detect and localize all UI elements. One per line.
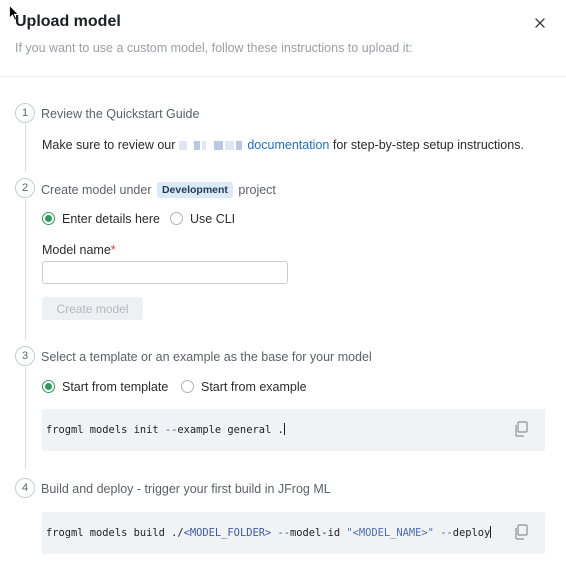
model-name-input[interactable] (42, 261, 288, 284)
radio-enter-details-label[interactable]: Enter details here (62, 212, 160, 226)
documentation-link[interactable]: documentation (247, 138, 329, 152)
redacted-product-name (178, 138, 247, 152)
radio-start-from-example-label[interactable]: Start from example (201, 380, 307, 394)
project-tag: Development (156, 182, 233, 198)
model-name-label-text: Model name (42, 243, 111, 257)
radio-start-from-template[interactable] (42, 380, 55, 393)
step-connector-2 (25, 199, 26, 340)
radio-start-from-template-label[interactable]: Start from template (62, 380, 168, 394)
copy-icon[interactable] (514, 524, 528, 540)
build-command[interactable]: frogml models build ./<MODEL_FOLDER> --m… (46, 526, 492, 539)
step-1-text-after: for step-by-step setup instructions. (332, 138, 524, 152)
radio-use-cli[interactable] (170, 212, 183, 225)
build-command-cmd: frogml models build ./ (46, 527, 184, 539)
modal-subtitle: If you want to use a custom model, follo… (15, 41, 413, 55)
step-2-title-before: Create model under (41, 183, 152, 197)
step-1-description: Make sure to review our documentation fo… (42, 138, 524, 152)
build-command-box: frogml models build ./<MODEL_FOLDER> --m… (42, 512, 545, 554)
build-command-flag2-name: deploy (452, 527, 491, 539)
build-command-flag2-dash: -- (433, 527, 453, 539)
build-command-flag1-name: model- (290, 527, 328, 539)
build-command-flag1-dash: -- (271, 527, 291, 539)
modal-title: Upload model (15, 13, 121, 30)
radio-start-from-example[interactable] (181, 380, 194, 393)
model-name-label: Model name* (42, 243, 116, 257)
init-command-flag: -- (164, 424, 178, 436)
required-asterisk: * (110, 243, 116, 257)
build-command-name-value: "<MODEL_NAME>" (346, 527, 434, 539)
step-title-4: Build and deploy - trigger your first bu… (41, 482, 331, 496)
step-number-3: 3 (15, 346, 35, 366)
copy-icon[interactable] (514, 421, 528, 437)
text-caret (490, 526, 492, 538)
step-1-text-before: Make sure to review our (42, 138, 176, 152)
step-connector-3 (25, 367, 26, 469)
step-number-2: 2 (15, 178, 35, 198)
modal-header: Upload model If you want to use a custom… (0, 0, 566, 77)
step-title-1: Review the Quickstart Guide (41, 107, 200, 121)
step-number-1: 1 (15, 103, 35, 123)
build-command-folder: <MODEL_FOLDER> (183, 527, 272, 539)
radio-enter-details[interactable] (42, 212, 55, 225)
build-command-flag1-id: id (327, 527, 347, 539)
text-caret (283, 423, 285, 435)
close-icon[interactable] (533, 16, 547, 30)
create-model-button[interactable]: Create model (42, 297, 143, 320)
step-title-2: Create model under Development project (41, 182, 276, 198)
step-number-4: 4 (15, 478, 35, 498)
init-command-args: example general . (177, 424, 284, 436)
init-command[interactable]: frogml models init --example general . (46, 423, 285, 436)
init-command-box: frogml models init --example general . (42, 409, 545, 451)
step-title-3: Select a template or an example as the b… (41, 350, 372, 364)
step-connector-1 (25, 124, 26, 172)
radio-use-cli-label[interactable]: Use CLI (190, 212, 235, 226)
step-2-title-after: project (238, 183, 276, 197)
init-command-cmd: frogml models init (46, 424, 165, 436)
